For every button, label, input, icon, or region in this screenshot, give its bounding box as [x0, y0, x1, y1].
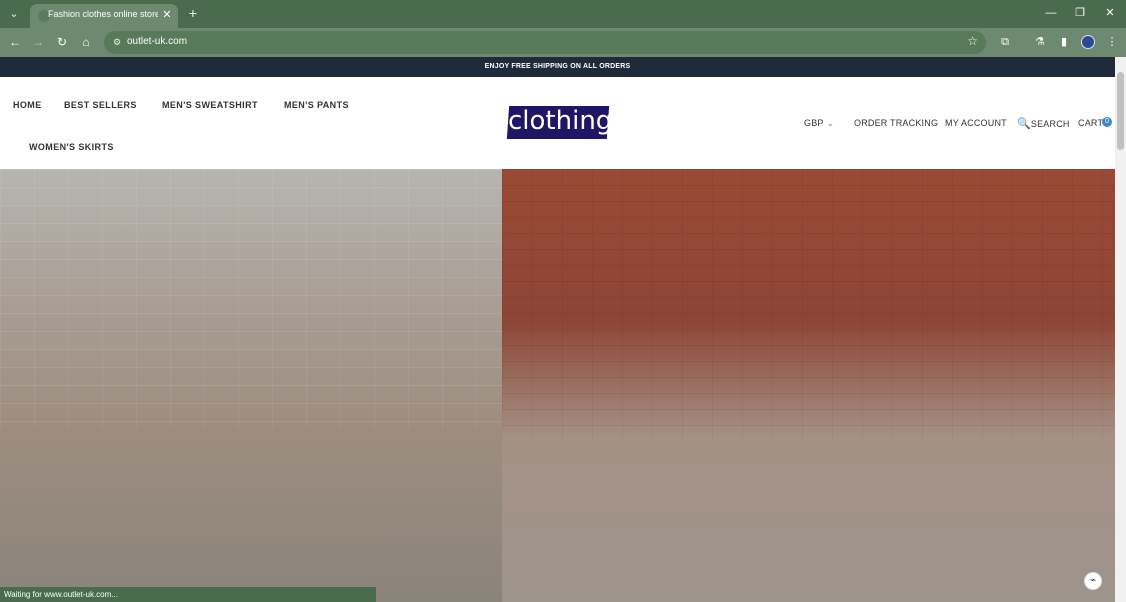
- currency-selector[interactable]: GBP ⌄: [804, 118, 834, 129]
- restore-button[interactable]: ❐: [1073, 6, 1087, 20]
- brick-wall-texture: [502, 169, 1115, 439]
- puzzle-icon: ⧉: [1001, 36, 1009, 48]
- lab-button[interactable]: ⚗: [1032, 34, 1048, 50]
- site-logo-text: clothing: [508, 106, 613, 136]
- promo-banner: ENJOY FREE SHIPPING ON ALL ORDERS: [0, 57, 1115, 77]
- tab-title: Fashion clothes online store, the: [48, 9, 158, 19]
- search-icon: 🔍: [1017, 118, 1031, 130]
- scrollbar-thumb[interactable]: [1117, 72, 1124, 150]
- chevron-down-icon: ⌄: [9, 8, 19, 20]
- hero-image-right[interactable]: [502, 169, 1115, 602]
- floating-action-button[interactable]: ⌁: [1084, 572, 1102, 590]
- minimize-button[interactable]: —: [1044, 6, 1058, 20]
- my-account-link[interactable]: MY ACCOUNT: [945, 118, 1007, 128]
- nav-mens-pants[interactable]: MEN'S PANTS: [284, 100, 349, 110]
- url-text[interactable]: outlet-uk.com: [127, 36, 187, 47]
- address-bar[interactable]: ⚙ outlet-uk.com ☆: [104, 31, 986, 54]
- chevron-down-icon: ⌄: [826, 118, 835, 128]
- chat-icon: ⌁: [1089, 575, 1097, 586]
- nav-home[interactable]: HOME: [13, 100, 42, 110]
- flask-icon: ⚗: [1035, 36, 1045, 48]
- extensions-button[interactable]: ⧉: [997, 34, 1013, 50]
- side-panel-button[interactable]: ▮: [1056, 34, 1072, 50]
- search-link[interactable]: 🔍SEARCH: [1017, 117, 1070, 130]
- browser-tabbar: ⌄ Fashion clothes online store, the ✕ + …: [0, 0, 1126, 28]
- plus-icon: +: [188, 5, 198, 21]
- search-label: SEARCH: [1030, 119, 1070, 129]
- brick-wall-texture: [0, 169, 502, 429]
- site-logo[interactable]: clothing: [506, 106, 613, 139]
- restore-icon: ❐: [1075, 7, 1085, 19]
- browser-tab[interactable]: Fashion clothes online store, the ✕: [30, 4, 178, 28]
- menu-button[interactable]: ⋮: [1104, 34, 1120, 50]
- currency-label: GBP: [804, 118, 824, 128]
- close-icon: ✕: [162, 9, 172, 21]
- cart-count-badge: 0: [1102, 117, 1112, 127]
- minimize-icon: —: [1045, 7, 1057, 19]
- home-icon: ⌂: [82, 35, 90, 49]
- back-button[interactable]: ←: [7, 34, 23, 50]
- nav-womens-skirts[interactable]: WOMEN'S SKIRTS: [29, 142, 114, 152]
- forward-button[interactable]: →: [30, 34, 46, 50]
- reload-icon: ↻: [56, 35, 68, 49]
- new-tab-button[interactable]: +: [185, 5, 201, 21]
- tab-close-button[interactable]: ✕: [160, 8, 174, 22]
- kebab-menu-icon: ⋮: [1106, 36, 1118, 48]
- hero-image-left[interactable]: [0, 169, 502, 602]
- close-window-button[interactable]: ✕: [1103, 6, 1117, 20]
- avatar[interactable]: [1081, 35, 1095, 49]
- back-arrow-icon: ←: [9, 35, 21, 49]
- nav-best-sellers[interactable]: BEST SELLERS: [64, 100, 137, 110]
- reload-button[interactable]: ↻: [54, 34, 70, 50]
- cart-link[interactable]: CART: [1078, 118, 1103, 128]
- order-tracking-link[interactable]: ORDER TRACKING: [854, 118, 938, 128]
- site-header: HOME BEST SELLERS MEN'S SWEATSHIRT MEN'S…: [0, 77, 1115, 169]
- browser-toolbar: ← → ↻ ⌂ ⚙ outlet-uk.com ☆ ⧉ ⚗ ▮ ⋮: [0, 28, 1126, 57]
- close-icon: ✕: [1105, 7, 1115, 19]
- side-panel-icon: ▮: [1060, 36, 1068, 48]
- site-info-icon[interactable]: ⚙: [110, 35, 124, 49]
- nav-mens-sweatshirt[interactable]: MEN'S SWEATSHIRT: [162, 100, 258, 110]
- status-bar: Waiting for www.outlet-uk.com...: [0, 587, 376, 602]
- home-button[interactable]: ⌂: [78, 34, 94, 50]
- tab-list-button[interactable]: ⌄: [4, 4, 24, 24]
- star-icon[interactable]: ☆: [967, 34, 978, 48]
- forward-arrow-icon: →: [32, 35, 44, 49]
